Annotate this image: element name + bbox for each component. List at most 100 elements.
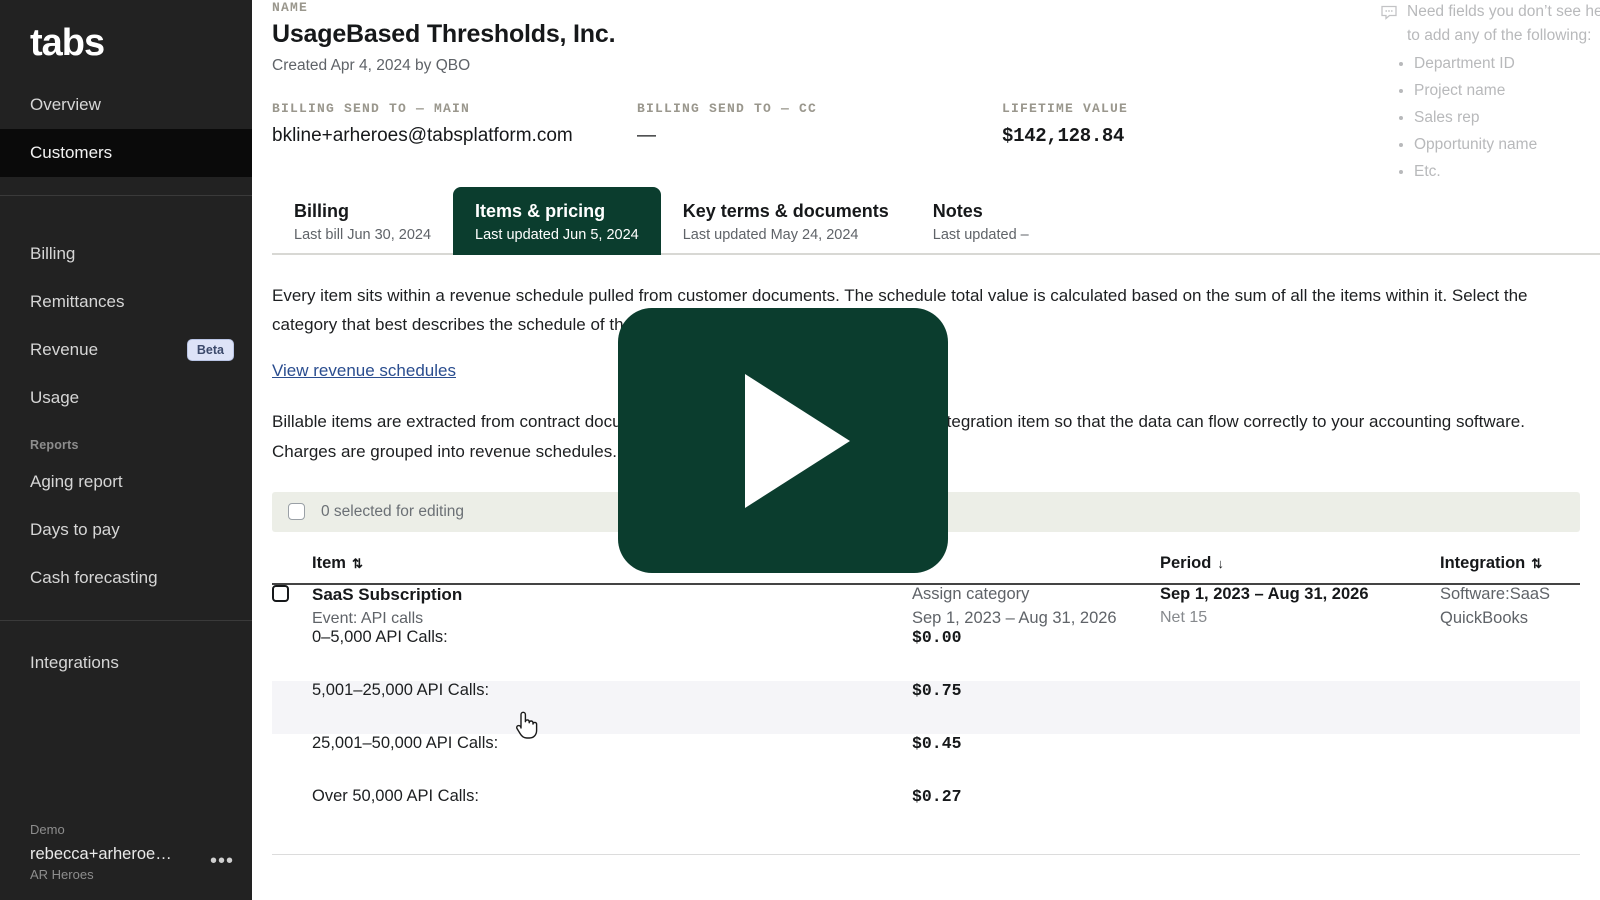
sidebar-item-revenue[interactable]: Revenue Beta <box>0 326 252 374</box>
lifetime-value-label: LIFETIME VALUE <box>1002 101 1129 116</box>
row-item-cell: SaaS Subscription Event: API calls <box>312 584 912 628</box>
sidebar-item-customers[interactable]: Customers <box>0 129 252 177</box>
account-name: rebecca+arheroe… <box>30 845 172 864</box>
workspace-label: Demo <box>30 822 65 838</box>
tier-empty-cell <box>1160 787 1440 840</box>
row-select-checkbox[interactable] <box>272 584 289 602</box>
tier-price: $0.45 <box>912 733 962 753</box>
tier-spacer-cell <box>272 681 312 734</box>
tier-label: 0–5,000 API Calls: <box>312 627 448 646</box>
sidebar-item-label: Days to pay <box>30 520 120 539</box>
sidebar-item-label: Usage <box>30 388 80 407</box>
tier-row[interactable]: 25,001–50,000 API Calls: $0.45 <box>272 734 1580 787</box>
tab-label: Notes <box>932 201 983 221</box>
tab-sublabel: Last updated Jun 5, 2024 <box>475 227 639 243</box>
billing-cc-value: — <box>637 125 656 146</box>
sidebar-item-label: Remittances <box>30 292 125 311</box>
column-label: Period <box>1160 553 1212 572</box>
app-root: tabs Overview Customers Billing Remittan… <box>0 0 1600 900</box>
tier-spacer-cell <box>272 734 312 787</box>
play-video-button[interactable] <box>618 308 948 573</box>
tier-row[interactable]: Over 50,000 API Calls: $0.27 <box>272 787 1580 840</box>
account-info: rebecca+arheroe… AR Heroes <box>30 845 172 882</box>
items-table: Item ⇅ Period ↓ Integration ⇅ SaaS Subsc… <box>272 545 1580 840</box>
sidebar-primary-nav: Overview Customers <box>0 81 252 187</box>
sidebar-item-label: Revenue <box>30 340 99 359</box>
sidebar-item-aging-report[interactable]: Aging report <box>0 458 252 506</box>
tier-spacer-cell <box>272 787 312 840</box>
tab-items-and-pricing[interactable]: Items & pricing Last updated Jun 5, 2024 <box>453 187 661 255</box>
sidebar-item-usage[interactable]: Usage <box>0 374 252 422</box>
sidebar: tabs Overview Customers Billing Remittan… <box>0 0 252 900</box>
beta-badge: Beta <box>186 339 234 361</box>
tier-row[interactable]: 5,001–25,000 API Calls: $0.75 <box>272 680 1580 734</box>
tab-key-terms-and-documents[interactable]: Key terms & documents Last updated May 2… <box>661 187 911 255</box>
tab-billing[interactable]: Billing Last bill Jun 30, 2024 <box>272 187 453 255</box>
category-period: Sep 1, 2023 – Aug 31, 2026 <box>912 608 1117 627</box>
view-revenue-schedules-link[interactable]: View revenue schedules <box>272 361 456 381</box>
payment-terms: Net 15 <box>1160 608 1208 626</box>
tab-sublabel: Last bill Jun 30, 2024 <box>294 227 432 243</box>
customer-header: NAME UsageBased Thresholds, Inc. Created… <box>272 0 1600 147</box>
sidebar-item-label: Integrations <box>30 653 119 672</box>
detail-tabs: Billing Last bill Jun 30, 2024 Items & p… <box>272 187 1600 255</box>
selection-count-label: 0 selected for editing <box>321 502 465 520</box>
column-label: Integration <box>1440 553 1526 572</box>
sidebar-item-cash-forecasting[interactable]: Cash forecasting <box>0 554 252 602</box>
sidebar-item-label: Billing <box>30 244 76 263</box>
tier-empty-cell-2 <box>1440 681 1580 734</box>
row-period-cell: Sep 1, 2023 – Aug 31, 2026 Net 15 <box>1160 584 1440 628</box>
billing-cc-block: BILLING SEND TO — CC — <box>637 101 1002 147</box>
lifetime-value-amount: $142,128.84 <box>1002 125 1125 147</box>
sidebar-item-billing[interactable]: Billing <box>0 230 252 278</box>
sidebar-item-label: Overview <box>30 95 101 114</box>
tier-label: Over 50,000 API Calls: <box>312 786 479 805</box>
sidebar-group-label-reports: Reports <box>30 438 79 452</box>
tab-label: Billing <box>294 201 349 221</box>
assign-category-label: Assign category <box>912 584 1030 603</box>
sidebar-item-remittances[interactable]: Remittances <box>0 278 252 326</box>
sidebar-item-integrations[interactable]: Integrations <box>0 639 252 687</box>
column-header-integration[interactable]: Integration ⇅ <box>1440 545 1580 585</box>
table-row[interactable]: SaaS Subscription Event: API calls Assig… <box>272 584 1580 628</box>
period-range: Sep 1, 2023 – Aug 31, 2026 <box>1160 584 1369 603</box>
tab-sublabel: Last updated May 24, 2024 <box>682 227 859 243</box>
play-icon <box>744 373 850 508</box>
column-header-period[interactable]: Period ↓ <box>1160 545 1440 585</box>
sidebar-item-label: Customers <box>30 143 113 162</box>
tier-price: $0.75 <box>912 680 962 700</box>
sidebar-secondary-nav: Billing Remittances Revenue Beta Usage <box>0 230 252 432</box>
name-label: NAME <box>272 0 309 15</box>
tier-empty-cell <box>1160 681 1440 734</box>
tab-notes[interactable]: Notes Last updated – <box>911 187 1051 255</box>
sort-icon[interactable]: ⇅ <box>352 556 363 571</box>
tab-label: Key terms & documents <box>682 201 889 221</box>
integration-source: QuickBooks <box>1440 608 1529 627</box>
overflow-menu-icon[interactable]: ••• <box>210 845 234 871</box>
sidebar-item-days-to-pay[interactable]: Days to pay <box>0 506 252 554</box>
tab-sublabel: Last updated – <box>932 227 1029 243</box>
row-integration-cell: Software:SaaS QuickBooks <box>1440 584 1580 628</box>
sidebar-reports-nav: Aging report Days to pay Cash forecastin… <box>0 458 252 612</box>
tier-row[interactable]: 0–5,000 API Calls: $0.00 <box>272 628 1580 681</box>
billing-cc-label: BILLING SEND TO — CC <box>637 101 818 116</box>
sort-icon[interactable]: ⇅ <box>1531 556 1542 571</box>
tier-price: $0.27 <box>912 786 962 806</box>
sidebar-item-overview[interactable]: Overview <box>0 81 252 129</box>
row-checkbox-cell <box>272 584 312 628</box>
billing-main-block: BILLING SEND TO — MAIN bkline+arheroes@t… <box>272 101 637 147</box>
sort-desc-icon[interactable]: ↓ <box>1217 556 1224 571</box>
tier-empty-cell <box>1160 628 1440 681</box>
item-name: SaaS Subscription <box>312 584 463 604</box>
item-event: Event: API calls <box>312 609 424 627</box>
sidebar-divider-2 <box>0 620 252 621</box>
row-category-cell[interactable]: Assign category Sep 1, 2023 – Aug 31, 20… <box>912 584 1160 628</box>
select-all-checkbox[interactable] <box>288 503 305 521</box>
sidebar-item-label: Cash forecasting <box>30 568 158 587</box>
account-switcher[interactable]: rebecca+arheroe… AR Heroes ••• <box>0 845 252 882</box>
app-logo[interactable]: tabs <box>0 0 252 81</box>
integration-item: Software:SaaS <box>1440 584 1551 603</box>
billing-main-label: BILLING SEND TO — MAIN <box>272 101 471 116</box>
